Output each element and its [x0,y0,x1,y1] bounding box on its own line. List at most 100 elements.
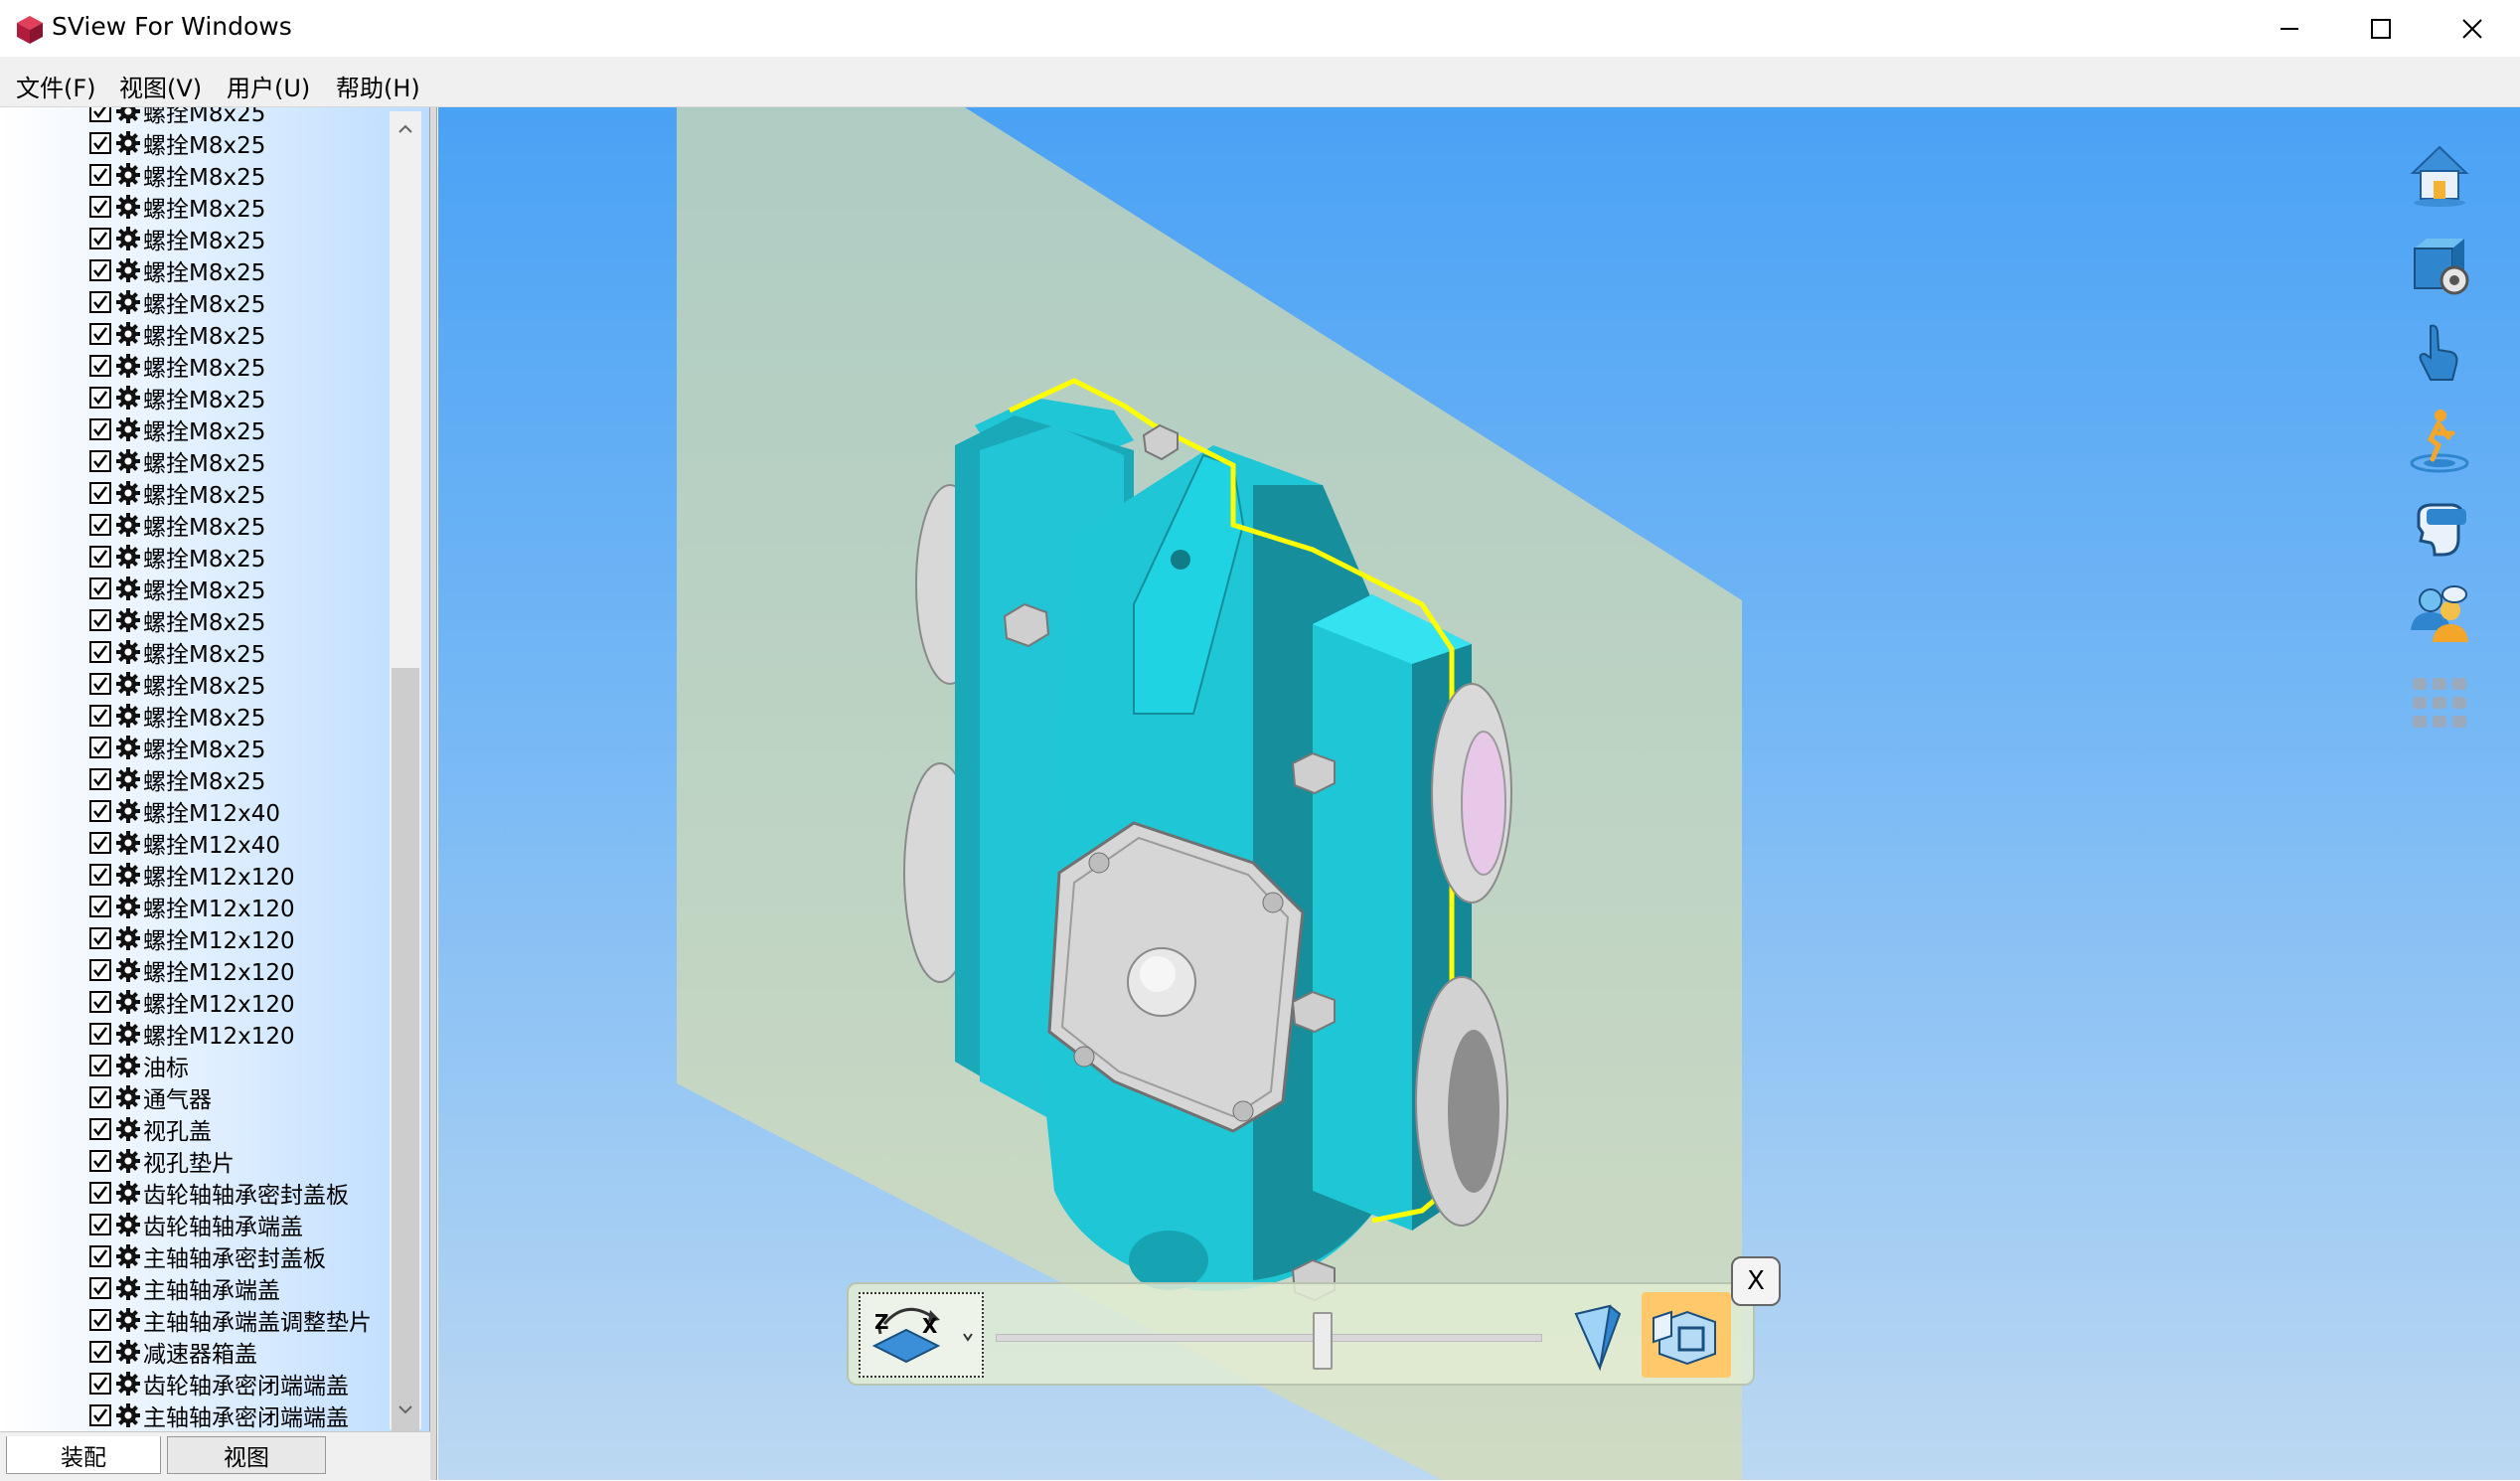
visibility-checkbox[interactable] [89,418,111,440]
tree-item[interactable]: 螺拴M8x25 [89,254,372,286]
visibility-checkbox[interactable] [89,673,111,695]
visibility-checkbox[interactable] [89,832,111,854]
visibility-checkbox[interactable] [89,323,111,345]
tree-item[interactable]: 螺拴M8x25 [89,763,372,795]
tree-item[interactable]: 齿轮轴承密闭端端盖 [89,1368,372,1399]
3d-scene[interactable] [438,107,2520,1480]
menu-help[interactable]: 帮助(H) [336,69,420,103]
tree-item[interactable]: 螺拴M8x25 [89,477,372,509]
tree-item[interactable]: 螺拴M12x120 [89,986,372,1018]
section-position-slider-thumb[interactable] [1312,1312,1333,1370]
tree-item[interactable]: 螺拴M8x25 [89,509,372,541]
3d-viewport[interactable] [438,107,2520,1480]
tree-item[interactable]: 螺拴M12x120 [89,1018,372,1050]
tree-item[interactable]: 螺拴M8x25 [89,286,372,318]
scroll-down-icon[interactable] [395,1399,415,1419]
tree-item[interactable]: 螺拴M8x25 [89,191,372,223]
tree-item[interactable]: 螺拴M8x25 [89,700,372,732]
panel-splitter[interactable] [429,107,437,1480]
tree-item[interactable]: 主轴轴承端盖调整垫片 [89,1304,372,1336]
visibility-checkbox[interactable] [89,800,111,822]
tree-item[interactable]: 减速器箱盖 [89,1336,372,1368]
tree-item[interactable]: 油标 [89,1050,372,1081]
visibility-checkbox[interactable] [89,196,111,218]
visibility-checkbox[interactable] [89,107,111,122]
visibility-checkbox[interactable] [89,577,111,599]
scrollbar-thumb[interactable] [392,668,419,1433]
scroll-up-icon[interactable] [395,119,415,139]
visibility-checkbox[interactable] [89,641,111,663]
tree-item[interactable]: 螺拴M8x25 [89,541,372,573]
tree-item[interactable]: 齿轮轴轴承密封盖板 [89,1177,372,1209]
visibility-checkbox[interactable] [89,896,111,917]
tree-item[interactable]: 螺拴M8x25 [89,636,372,668]
tab-assembly[interactable]: 装配 [6,1436,161,1474]
menu-user[interactable]: 用户(U) [227,69,310,103]
tree-item[interactable]: 螺拴M8x25 [89,445,372,477]
tree-item[interactable]: 视孔盖 [89,1113,372,1145]
visibility-checkbox[interactable] [89,991,111,1013]
tree-item[interactable]: 螺拴M8x25 [89,318,372,350]
visibility-checkbox[interactable] [89,609,111,631]
visibility-checkbox[interactable] [89,1309,111,1331]
tree-item[interactable]: 螺拴M12x40 [89,795,372,827]
tree-item[interactable]: 螺拴M8x25 [89,668,372,700]
visibility-checkbox[interactable] [89,1341,111,1363]
visibility-checkbox[interactable] [89,1055,111,1076]
visibility-checkbox[interactable] [89,546,111,568]
tree-item[interactable]: 螺拴M12x120 [89,954,372,986]
visibility-checkbox[interactable] [89,959,111,981]
close-window-button[interactable] [2427,0,2518,57]
visibility-checkbox[interactable] [89,1023,111,1045]
visibility-checkbox[interactable] [89,927,111,949]
tree-item[interactable]: 螺拴M8x25 [89,732,372,763]
visibility-checkbox[interactable] [89,864,111,886]
close-section-panel-button[interactable]: X [1731,1256,1781,1306]
visibility-checkbox[interactable] [89,1118,111,1140]
menu-file[interactable]: 文件(F) [16,69,96,103]
walkthrough-icon[interactable] [2405,406,2474,475]
visibility-checkbox[interactable] [89,1150,111,1172]
tree-item[interactable]: 螺拴M8x25 [89,107,372,127]
maximize-button[interactable] [2335,0,2427,57]
tree-item[interactable]: 螺拴M8x25 [89,223,372,254]
visibility-checkbox[interactable] [89,387,111,409]
tree-item[interactable]: 螺拴M8x25 [89,413,372,445]
visibility-checkbox[interactable] [89,450,111,472]
visibility-checkbox[interactable] [89,1086,111,1108]
show-section-plane-button[interactable] [1642,1292,1731,1378]
tree-item[interactable]: 螺拴M12x120 [89,859,372,891]
visibility-checkbox[interactable] [89,1182,111,1204]
tree-item[interactable]: 螺拴M8x25 [89,127,372,159]
visibility-checkbox[interactable] [89,1214,111,1235]
visibility-checkbox[interactable] [89,132,111,154]
visibility-checkbox[interactable] [89,355,111,377]
collaboration-users-icon[interactable] [2405,580,2474,650]
tree-item[interactable]: 螺拴M12x120 [89,922,372,954]
visibility-checkbox[interactable] [89,1404,111,1426]
visibility-checkbox[interactable] [89,1245,111,1267]
tree-item[interactable]: 螺拴M8x25 [89,350,372,382]
tree-item[interactable]: 主轴轴承密封盖板 [89,1240,372,1272]
home-view-icon[interactable] [2405,139,2474,209]
tree-item[interactable]: 螺拴M8x25 [89,159,372,191]
tree-item[interactable]: 通气器 [89,1081,372,1113]
tree-item[interactable]: 螺拴M12x40 [89,827,372,859]
visibility-checkbox[interactable] [89,291,111,313]
section-position-slider-track[interactable] [996,1334,1542,1342]
visibility-checkbox[interactable] [89,1277,111,1299]
hand-touch-icon[interactable] [2405,318,2474,388]
visibility-checkbox[interactable] [89,1373,111,1395]
more-apps-grid-icon[interactable] [2405,668,2474,738]
visibility-checkbox[interactable] [89,514,111,536]
tree-item[interactable]: 主轴轴承密闭端端盖 [89,1399,372,1431]
visibility-checkbox[interactable] [89,228,111,249]
tree-item[interactable]: 齿轮轴轴承端盖 [89,1209,372,1240]
visibility-checkbox[interactable] [89,482,111,504]
tab-view[interactable]: 视图 [167,1436,326,1474]
tree-item[interactable]: 螺拴M8x25 [89,604,372,636]
section-axis-dropdown[interactable]: Z X [859,1292,984,1378]
tree-item[interactable]: 螺拴M8x25 [89,382,372,413]
tree-item[interactable]: 视孔垫片 [89,1145,372,1177]
minimize-button[interactable] [2244,0,2335,57]
